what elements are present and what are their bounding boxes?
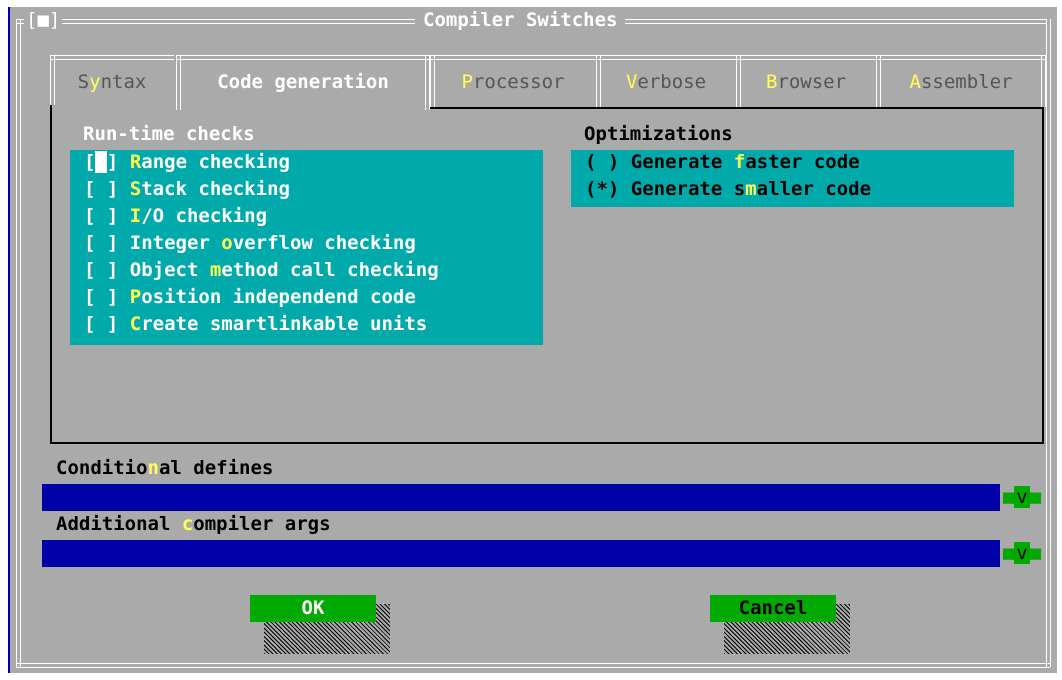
close-button[interactable]: [■] xyxy=(24,7,63,34)
checkbox-integer-overflow-checking[interactable]: [ ] Integer overflow checking xyxy=(84,230,416,257)
frame-bottom xyxy=(16,663,1050,668)
tab-hotkey: B xyxy=(765,71,778,93)
tab-label-post: erbose xyxy=(637,71,707,93)
checkbox-box[interactable]: [ ] xyxy=(84,232,118,254)
checkbox-box[interactable]: [ ] xyxy=(84,151,118,173)
tab-processor[interactable]: Processor xyxy=(430,55,596,107)
checkbox-object-method-call-checking[interactable]: [ ] Object method call checking xyxy=(84,257,439,284)
checkbox-io-checking[interactable]: [ ] I/O checking xyxy=(84,203,267,230)
radio-generate-smaller-code[interactable]: (*) Generate smaller code xyxy=(585,176,871,203)
tab-assembler[interactable]: Assembler xyxy=(876,55,1046,107)
tab-code-generation[interactable]: Code generation xyxy=(176,55,430,110)
checkbox-box[interactable]: [ ] xyxy=(84,178,118,200)
dropdown-icon[interactable]: v xyxy=(1014,486,1030,508)
optimizations-title: Optimizations xyxy=(584,123,733,145)
tab-label-pre: S xyxy=(77,71,90,93)
radio-button[interactable]: (*) xyxy=(585,178,619,200)
frame-right xyxy=(1046,19,1051,667)
tab-label-post: ntax xyxy=(100,71,147,93)
tab-label: Code generation xyxy=(217,71,389,93)
checkbox-box[interactable]: [ ] xyxy=(84,286,118,308)
cancel-button[interactable]: Cancel xyxy=(710,595,836,622)
conditional-defines-label: Conditional defines xyxy=(56,457,274,479)
additional-compiler-args-label: Additional compiler args xyxy=(56,513,331,535)
conditional-defines-input[interactable] xyxy=(42,484,1000,511)
checkbox-range-checking[interactable]: [ ] Range checking xyxy=(84,149,290,176)
runtime-checks-title: Run-time checks xyxy=(83,123,255,145)
tab-label-post: ssembler xyxy=(920,71,1013,93)
radio-generate-faster-code[interactable]: ( ) Generate faster code xyxy=(585,149,860,176)
checkbox-box[interactable]: [ ] xyxy=(84,205,118,227)
additional-compiler-args-input[interactable] xyxy=(42,540,1000,567)
checkbox-box[interactable]: [ ] xyxy=(84,259,118,281)
dropdown-icon[interactable]: v xyxy=(1014,542,1030,564)
checkbox-stack-checking[interactable]: [ ] Stack checking xyxy=(84,176,290,203)
ok-button[interactable]: OK xyxy=(250,595,376,622)
tab-browser[interactable]: Browser xyxy=(736,55,876,107)
tab-label-post: rocessor xyxy=(472,71,565,93)
radio-button[interactable]: ( ) xyxy=(585,151,619,173)
conditional-defines-history-button[interactable]: ■ v ■ xyxy=(1002,484,1042,511)
tab-hotkey: y xyxy=(89,71,101,93)
tab-label-post: rowser xyxy=(777,71,847,93)
checkbox-create-smartlinkable-units[interactable]: [ ] Create smartlinkable units xyxy=(84,311,427,338)
window-title: Compiler Switches xyxy=(415,7,626,34)
checkbox-position-independent-code[interactable]: [ ] Position independend code xyxy=(84,284,416,311)
additional-compiler-args-history-button[interactable]: ■ v ■ xyxy=(1002,540,1042,567)
frame-left xyxy=(16,19,21,667)
tab-verbose[interactable]: Verbose xyxy=(596,55,736,107)
tab-syntax[interactable]: Syntax xyxy=(50,55,174,107)
close-icon[interactable]: [■] xyxy=(26,9,60,31)
compiler-switches-dialog: [■] Compiler Switches Syntax Code genera… xyxy=(8,7,1057,673)
tab-hotkey: A xyxy=(909,71,921,93)
tab-hotkey: V xyxy=(625,71,638,93)
checkbox-box[interactable]: [ ] xyxy=(84,313,118,335)
tab-hotkey: P xyxy=(461,71,473,93)
